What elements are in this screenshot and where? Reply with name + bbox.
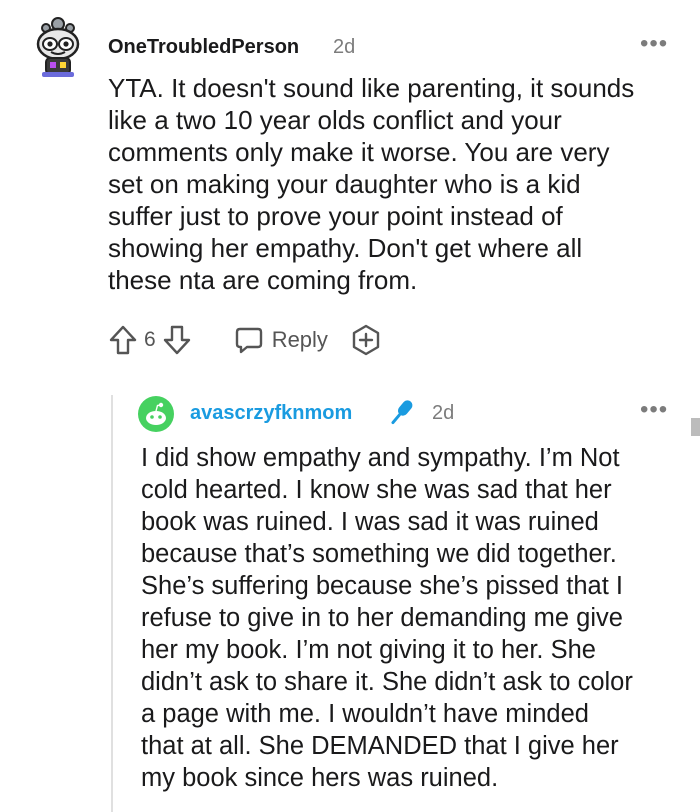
comment-text-line: comments only make it worse. You are ver… [108, 137, 610, 167]
reply-label: Reply [271, 327, 328, 352]
timestamp: 2d [432, 402, 455, 424]
comment-text-line: like a two 10 year olds conflict and you… [108, 105, 562, 135]
user-avatar-icon[interactable] [138, 396, 174, 432]
vote-count: 6 [144, 328, 156, 351]
comment-text-line: showing her empathy. Don't get where all [108, 233, 583, 263]
more-options-icon[interactable]: ••• [640, 396, 668, 424]
user-avatar-icon[interactable] [30, 14, 86, 78]
reply-body: I did show empathy and sympathy. I’m Not… [141, 442, 681, 794]
reply-text-line: my book since hers was ruined. [141, 764, 499, 792]
reply-icon [235, 327, 262, 354]
reply-text-line: a page with me. I wouldn’t have minded [141, 700, 589, 728]
reply-text-line: She’s suffering because she’s pissed tha… [141, 572, 623, 600]
reply-text-line: book was ruined. I was sad it was ruined [141, 508, 599, 536]
scrollbar-thumb[interactable] [691, 418, 700, 436]
reply-text-line: her my book. I’m not giving it to her. S… [141, 636, 596, 664]
timestamp: 2d [333, 36, 356, 58]
comment-text-line: set on making your daughter who is a kid [108, 169, 581, 199]
comment-text-line: YTA. It doesn't sound like parenting, it… [108, 73, 635, 103]
reply-text-line: because that’s something we did together… [141, 540, 617, 568]
downvote-icon[interactable] [162, 324, 192, 356]
reply-text-line: I did show empathy and sympathy. I’m Not [141, 444, 620, 472]
comment-actions: 6 Reply [108, 320, 382, 360]
reply-button[interactable]: Reply [234, 325, 328, 355]
reply-text-line: cold hearted. I know she was sad that he… [141, 476, 612, 504]
more-options-icon[interactable]: ••• [640, 30, 668, 58]
reply-text-line: that at all. She DEMANDED that I give he… [141, 732, 619, 760]
upvote-icon[interactable] [108, 324, 138, 356]
reply-text-line: didn’t ask to share it. She didn’t ask t… [141, 668, 633, 696]
username[interactable]: OneTroubledPerson [108, 36, 299, 59]
award-plus-icon [352, 324, 380, 356]
microphone-icon [391, 400, 413, 425]
comment-text-line: these nta are coming from. [108, 265, 418, 295]
award-button[interactable] [350, 324, 382, 356]
username[interactable]: avascrzyfknmom [190, 402, 352, 425]
thread-line[interactable] [111, 395, 113, 812]
reply-text-line: refuse to give in to her demanding me gi… [141, 604, 623, 632]
comment-text-line: suffer just to prove your point instead … [108, 201, 563, 231]
comment-body: YTA. It doesn't sound like parenting, it… [108, 72, 678, 296]
